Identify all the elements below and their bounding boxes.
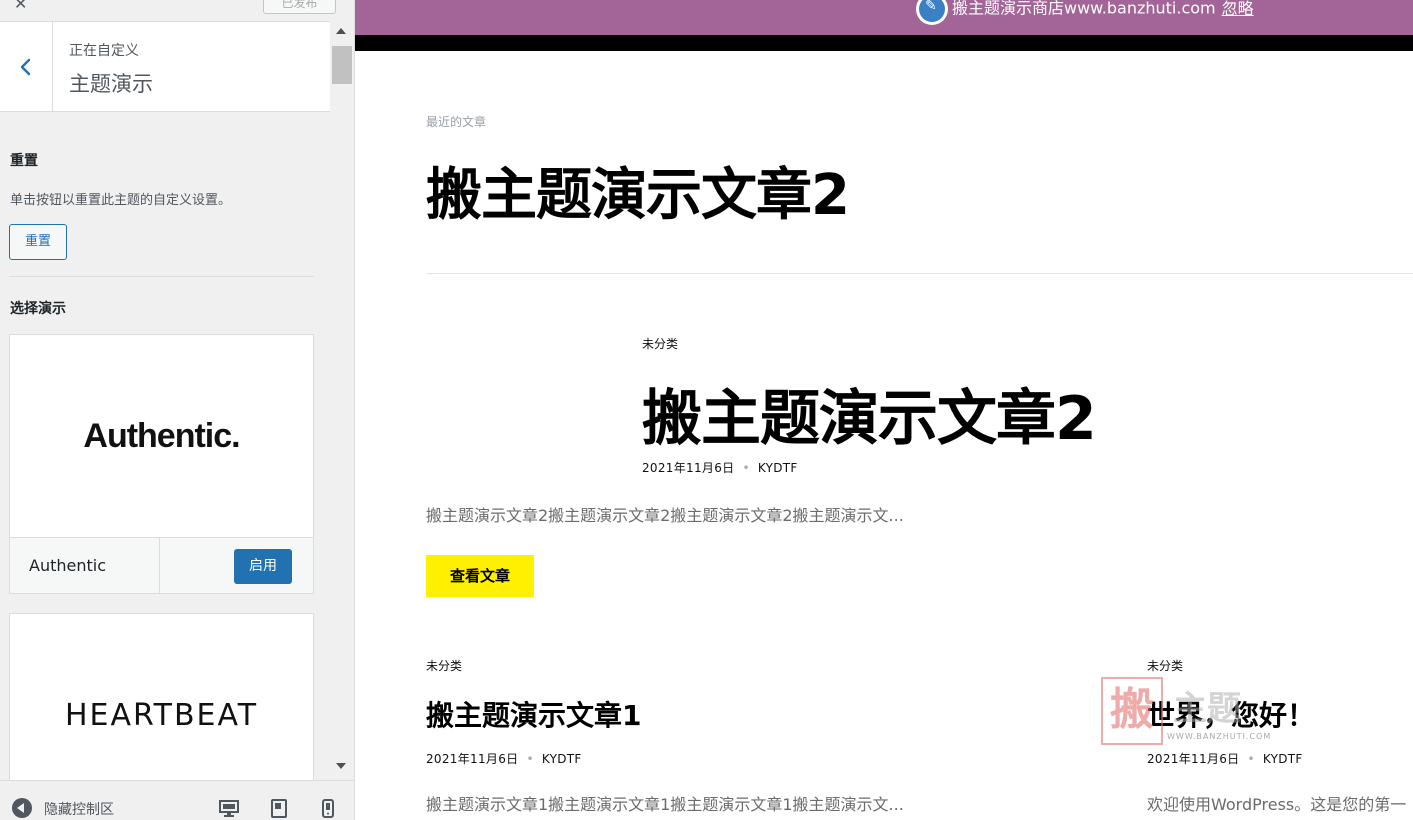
reset-section-description: 单击按钮以重置此主题的自定义设置。	[10, 193, 232, 208]
reset-section-title: 重置	[10, 153, 38, 169]
post-author[interactable]: KYDTF	[758, 461, 798, 475]
demo-card-footer: Authentic 启用	[10, 537, 313, 593]
featured-post-title[interactable]: 搬主题演示文章2	[642, 370, 1097, 457]
publish-button[interactable]: 已发布	[263, 0, 336, 14]
watermark: 搬 主题 WWW.BANZHUTI.COM	[1101, 677, 1327, 745]
watermark-text: 主题	[1173, 689, 1241, 729]
mobile-preview-icon[interactable]	[317, 797, 339, 819]
close-icon[interactable]: ✕	[14, 0, 27, 13]
demos-section-title: 选择演示	[10, 301, 66, 317]
authentic-logo: Authentic.	[83, 416, 240, 455]
reset-button[interactable]: 重置	[9, 224, 67, 260]
site-preview: ✎ 搬主题演示商店www.banzhuti.com 忽略 最近的文章 搬主题演示文章…	[355, 0, 1413, 820]
post-excerpt: 搬主题演示文章1搬主题演示文章1搬主题演示文章1搬主题演示文...	[426, 795, 904, 814]
featured-post-meta: 2021年11月6日 • KYDTF	[642, 461, 798, 475]
post-category[interactable]: 未分类	[1147, 657, 1183, 674]
featured-post-excerpt: 搬主题演示文章2搬主题演示文章2搬主题演示文章2搬主题演示文...	[426, 506, 904, 525]
header-divider	[426, 273, 1413, 274]
tablet-preview-icon[interactable]	[268, 797, 290, 819]
scroll-up-arrow-icon[interactable]	[336, 28, 346, 34]
watermark-seal: 搬	[1101, 677, 1163, 745]
post-date: 2021年11月6日	[642, 461, 735, 475]
store-notice-bar	[355, 0, 1413, 35]
chevron-left-icon	[20, 58, 31, 75]
pencil-icon: ✎	[916, 0, 948, 25]
customizer-app: ✕ 已发布 正在自定义 主题演示 重置 单击按钮以重置此主题的自定义设置。 重置…	[0, 0, 1413, 820]
demo-thumbnail[interactable]: Authentic.	[10, 335, 313, 537]
panel-pre-title: 正在自定义	[69, 43, 139, 59]
section-divider	[9, 276, 314, 277]
watermark-url: WWW.BANZHUTI.COM	[1167, 732, 1272, 741]
featured-post-category[interactable]: 未分类	[642, 335, 678, 352]
demo-name: Authentic	[10, 538, 160, 593]
archive-title: 搬主题演示文章2	[426, 163, 850, 228]
panel-header: 正在自定义 主题演示	[0, 22, 330, 112]
post-author[interactable]: KYDTF	[542, 752, 582, 766]
post-meta: 2021年11月6日 • KYDTF	[1147, 752, 1303, 766]
sidebar-scrollbar[interactable]	[330, 22, 354, 780]
collapse-sidebar-icon[interactable]	[12, 798, 32, 818]
store-notice: ✎ 搬主题演示商店www.banzhuti.com 忽略	[916, 0, 1254, 25]
demo-card-heartbeat[interactable]: HEARTBEAT	[9, 613, 314, 816]
archive-label: 最近的文章	[426, 115, 487, 129]
scrollbar-thumb[interactable]	[332, 46, 352, 84]
read-post-button[interactable]: 查看文章	[426, 555, 534, 597]
scroll-down-arrow-icon[interactable]	[336, 763, 346, 769]
store-notice-text: 搬主题演示商店www.banzhuti.com	[952, 0, 1216, 18]
post-author[interactable]: KYDTF	[1263, 752, 1303, 766]
dismiss-notice-link[interactable]: 忽略	[1222, 0, 1254, 18]
back-button[interactable]	[0, 22, 53, 111]
customizer-header-actions: ✕ 已发布	[0, 0, 336, 22]
post-category[interactable]: 未分类	[426, 657, 462, 674]
header-strip	[355, 35, 1413, 51]
customizer-sidebar: ✕ 已发布 正在自定义 主题演示 重置 单击按钮以重置此主题的自定义设置。 重置…	[0, 0, 355, 820]
panel-title: 主题演示	[69, 72, 153, 96]
post-date: 2021年11月6日	[426, 752, 519, 766]
heartbeat-logo: HEARTBEAT	[64, 697, 259, 733]
post-title[interactable]: 搬主题演示文章1	[426, 694, 641, 734]
collapse-sidebar-label[interactable]: 隐藏控制区	[44, 799, 114, 819]
customizer-footer: 隐藏控制区	[0, 780, 354, 820]
demo-card-authentic[interactable]: Authentic. Authentic 启用	[9, 334, 314, 594]
post-meta: 2021年11月6日 • KYDTF	[426, 752, 582, 766]
post-date: 2021年11月6日	[1147, 752, 1240, 766]
post-excerpt: 欢迎使用WordPress。这是您的第一	[1147, 795, 1407, 814]
demo-action-area: 启用	[160, 538, 313, 593]
activate-demo-button[interactable]: 启用	[234, 549, 292, 584]
desktop-preview-icon[interactable]	[218, 797, 240, 819]
